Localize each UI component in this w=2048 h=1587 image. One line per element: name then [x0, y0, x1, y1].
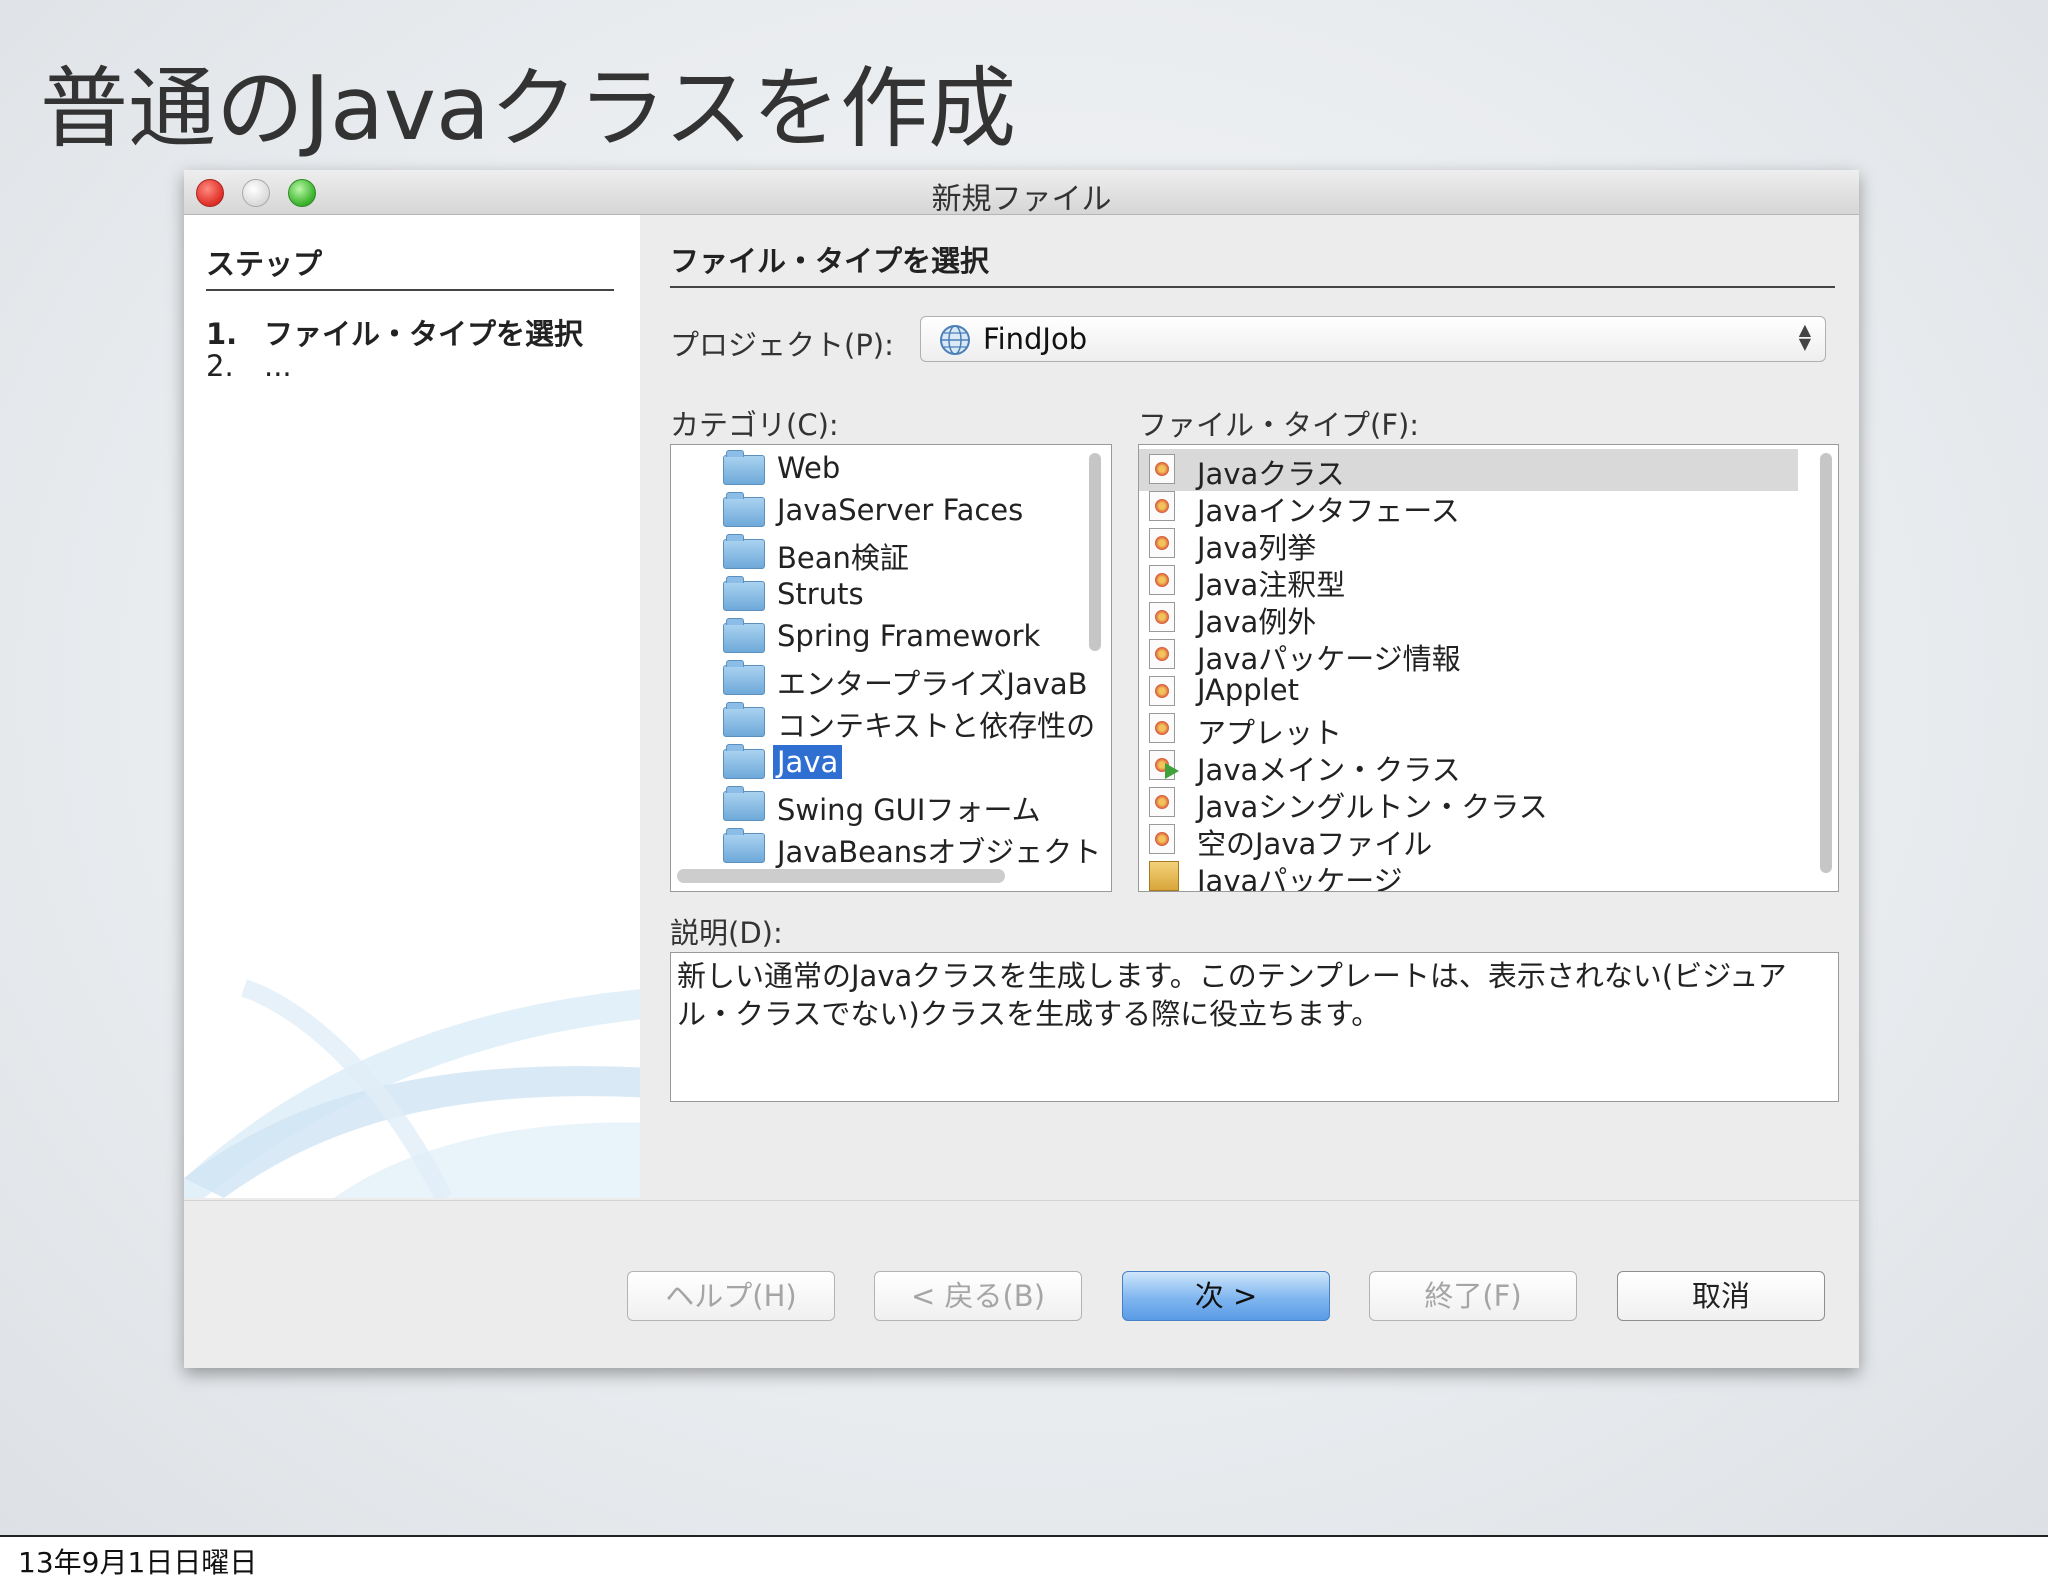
select-up-down-arrows-icon: ▲ ▼ — [1798, 320, 1811, 353]
scrollbar-thumb[interactable] — [1089, 453, 1101, 651]
slide-title: 普通のJavaクラスを作成 — [40, 57, 1017, 160]
category-vertical-scrollbar[interactable] — [1087, 453, 1103, 853]
folder-icon — [723, 618, 765, 653]
java-file-icon — [1149, 491, 1175, 521]
category-horizontal-scrollbar[interactable] — [677, 869, 1005, 883]
category-item[interactable]: コンテキストと依存性の — [671, 701, 1111, 743]
steps-panel: ステップ 1. ファイル・タイプを選択 2.... — [184, 215, 640, 1198]
scrollbar-thumb[interactable] — [1820, 453, 1832, 873]
file-type-list[interactable]: Javaクラス Javaインタフェース Java列挙 Java注釈型 Java例… — [1138, 444, 1839, 892]
file-type-item[interactable]: JApplet — [1139, 671, 1838, 713]
folder-icon — [723, 576, 765, 611]
file-type-item[interactable]: Javaパッケージ情報 — [1139, 634, 1838, 676]
folder-icon — [723, 492, 765, 527]
java-file-icon — [1149, 824, 1175, 854]
footer-date: 13年9月1日日曜日 — [18, 1546, 258, 1579]
file-type-item[interactable]: Javaインタフェース — [1139, 486, 1838, 528]
java-file-icon — [1149, 528, 1175, 558]
step-number: 2. — [206, 349, 234, 383]
java-file-icon — [1149, 787, 1175, 817]
run-arrow-icon — [1165, 763, 1179, 779]
file-type-label: ファイル・タイプ(F): — [1138, 408, 1420, 442]
help-button[interactable]: ヘルプ(H) — [627, 1271, 835, 1321]
category-item[interactable]: JavaServer Faces — [671, 491, 1111, 533]
category-list[interactable]: Web JavaServer Faces Bean検証 Struts Sprin… — [670, 444, 1112, 892]
cancel-button[interactable]: 取消 — [1617, 1271, 1825, 1321]
file-type-item[interactable]: Javaシングルトン・クラス — [1139, 782, 1838, 824]
description-label: 説明(D): — [670, 916, 783, 950]
file-type-item-selected[interactable]: Javaクラス — [1139, 449, 1798, 491]
file-type-item[interactable]: Java注釈型 — [1139, 560, 1838, 602]
folder-icon — [723, 450, 765, 485]
step-label: ... — [264, 349, 292, 383]
file-type-item[interactable]: Java例外 — [1139, 597, 1838, 639]
step-number: 1. — [206, 317, 238, 351]
java-file-icon — [1149, 602, 1175, 632]
next-button[interactable]: 次 > — [1122, 1271, 1330, 1321]
category-item[interactable]: Web — [671, 449, 1111, 491]
category-item[interactable]: Struts — [671, 575, 1111, 617]
folder-icon — [723, 744, 765, 779]
package-icon — [1149, 861, 1179, 891]
file-type-item[interactable]: Javaメイン・クラス — [1139, 745, 1838, 787]
project-select-value: FindJob — [983, 322, 1088, 356]
java-file-icon — [1149, 565, 1175, 595]
step-item-2: 2.... — [206, 349, 292, 383]
file-type-item[interactable]: アプレット — [1139, 708, 1838, 750]
project-label: プロジェクト(P): — [670, 328, 894, 362]
window-titlebar[interactable]: 新規ファイル — [184, 170, 1859, 217]
folder-icon — [723, 786, 765, 821]
category-item[interactable]: Swing GUIフォーム — [671, 785, 1111, 827]
window-title: 新規ファイル — [931, 182, 1112, 217]
file-type-item[interactable]: 空のJavaファイル — [1139, 819, 1838, 861]
slide-background: 普通のJavaクラスを作成 新規ファイル ステップ 1. ファイル・タイプを選択 … — [0, 0, 2048, 1537]
java-file-icon — [1149, 639, 1175, 669]
java-class-icon — [1149, 454, 1175, 484]
globe-icon — [940, 325, 970, 355]
folder-icon — [723, 660, 765, 695]
file-type-item[interactable]: Javaパッケージ — [1139, 856, 1838, 891]
file-type-vertical-scrollbar[interactable] — [1818, 453, 1834, 873]
java-file-icon — [1149, 676, 1175, 706]
description-text: 新しい通常のJavaクラスを生成します。このテンプレートは、表示されない(ビジュ… — [670, 952, 1839, 1102]
content-heading: ファイル・タイプを選択 — [670, 238, 1835, 288]
finish-button[interactable]: 終了(F) — [1369, 1271, 1577, 1321]
folder-icon — [723, 534, 765, 569]
category-item[interactable]: エンタープライズJavaB — [671, 659, 1111, 701]
folder-icon — [723, 828, 765, 863]
category-item-selected[interactable]: Java — [671, 743, 1111, 785]
back-button[interactable]: < 戻る(B) — [874, 1271, 1082, 1321]
steps-heading: ステップ — [206, 241, 614, 291]
project-select[interactable]: FindJob ▲ ▼ — [920, 316, 1826, 362]
category-item[interactable]: JavaBeansオブジェクト — [671, 827, 1111, 869]
java-file-icon — [1149, 713, 1175, 743]
category-item[interactable]: Bean検証 — [671, 533, 1111, 575]
folder-icon — [723, 702, 765, 737]
decorative-swoosh-graphic — [184, 979, 640, 1198]
file-type-item[interactable]: Java列挙 — [1139, 523, 1838, 565]
step-item-1: 1. ファイル・タイプを選択 — [206, 311, 583, 353]
category-label: カテゴリ(C): — [670, 408, 839, 442]
step-label: ファイル・タイプを選択 — [264, 317, 584, 351]
new-file-dialog: 新規ファイル ステップ 1. ファイル・タイプを選択 2.... ファイル・タイプ… — [184, 170, 1859, 1368]
category-item[interactable]: Spring Framework — [671, 617, 1111, 659]
